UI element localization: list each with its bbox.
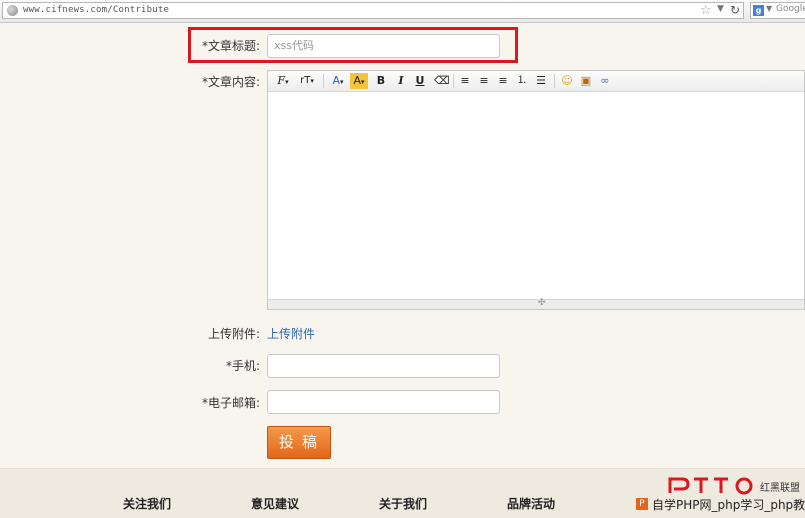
phone-label: *手机: — [225, 359, 260, 373]
chevron-down-icon[interactable]: ▼ — [717, 4, 724, 14]
chevron-down-icon[interactable]: ▼ — [766, 4, 772, 13]
editor-content-area[interactable] — [268, 92, 804, 300]
underline-button[interactable]: U — [414, 73, 426, 89]
google-icon[interactable]: g — [753, 5, 764, 16]
highlight-annotation — [188, 27, 518, 63]
resize-grip-icon[interactable]: ✣ — [538, 298, 546, 308]
url-bar[interactable]: www.cifnews.com/Contribute ☆ ▼ ↻ — [2, 2, 744, 19]
align-right-icon[interactable]: ≡ — [497, 73, 509, 89]
footer: 关注我们 意见建议 关于我们 品牌活动 红黑联盟 P 自学PHP网_php学习_… — [0, 468, 805, 518]
emoji-icon[interactable]: ☺ — [560, 73, 574, 89]
upload-attachment-link[interactable]: 上传附件 — [267, 325, 315, 342]
watermark-p-icon: P — [636, 498, 648, 510]
font-size-button[interactable]: rT▾ — [298, 73, 316, 89]
attach-label: 上传附件: — [207, 327, 260, 341]
link-icon[interactable]: ∞ — [598, 73, 612, 89]
unordered-list-icon[interactable]: ☰ — [535, 73, 547, 89]
italic-button[interactable]: I — [395, 73, 407, 89]
browser-toolbar: www.cifnews.com/Contribute ☆ ▼ ↻ g ▼ Goo… — [0, 0, 805, 23]
search-input[interactable]: g ▼ Google — [750, 2, 805, 19]
editor-resize-handle[interactable]: ✣ — [268, 298, 804, 309]
image-icon[interactable]: ▣ — [579, 73, 593, 89]
content-label: *文章内容: — [201, 75, 260, 89]
reload-icon[interactable]: ↻ — [730, 3, 740, 17]
phone-input[interactable] — [267, 354, 500, 378]
editor-toolbar: F▾ rT▾ A▾ A▾ B I U ⌫ ≡ ≡ ≡ ⒈ ☰ ☺ ▣ ∞ — [268, 71, 804, 92]
highlight-color-button[interactable]: A▾ — [350, 73, 368, 89]
url-text: www.cifnews.com/Contribute — [23, 5, 170, 15]
watermark-brand: 红黑联盟 — [760, 483, 800, 494]
font-family-button[interactable]: F▾ — [275, 73, 291, 89]
eraser-icon[interactable]: ⌫ — [434, 73, 450, 89]
submit-button[interactable]: 投稿 — [267, 426, 331, 459]
search-engine-name: Google — [776, 4, 805, 14]
globe-icon — [7, 5, 18, 16]
email-input[interactable] — [267, 390, 500, 414]
footer-link-feedback[interactable]: 意见建议 — [251, 495, 299, 512]
footer-link-events[interactable]: 品牌活动 — [507, 495, 555, 512]
footer-link-about[interactable]: 关于我们 — [379, 495, 427, 512]
footer-link-follow[interactable]: 关注我们 — [123, 495, 171, 512]
email-label: *电子邮箱: — [201, 396, 260, 410]
align-left-icon[interactable]: ≡ — [459, 73, 471, 89]
bookmark-star-icon[interactable]: ☆ — [700, 3, 712, 18]
align-center-icon[interactable]: ≡ — [478, 73, 490, 89]
bold-button[interactable]: B — [375, 73, 387, 89]
watermark-text: 自学PHP网_php学习_php教程 — [652, 498, 805, 512]
ordered-list-icon[interactable]: ⒈ — [516, 73, 528, 89]
font-color-button[interactable]: A▾ — [330, 73, 346, 89]
watermark-logo-icon — [668, 477, 753, 495]
rich-text-editor[interactable]: F▾ rT▾ A▾ A▾ B I U ⌫ ≡ ≡ ≡ ⒈ ☰ ☺ ▣ ∞ ✣ — [267, 70, 805, 310]
